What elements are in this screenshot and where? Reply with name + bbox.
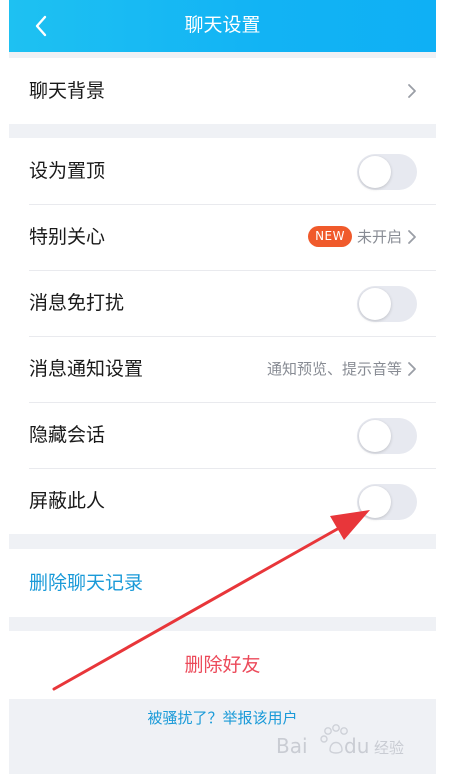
row-block-user: 屏蔽此人 [9, 468, 436, 534]
toggle-knob [359, 288, 391, 320]
section-delete-friend: 删除好友 [9, 631, 436, 699]
special-care-status: 未开启 [356, 228, 402, 246]
back-button[interactable] [27, 12, 55, 40]
row-label: 隐藏会话 [29, 424, 106, 446]
clear-chat-history-button[interactable]: 删除聊天记录 [29, 549, 143, 617]
mute-toggle[interactable] [357, 286, 417, 322]
svg-text:Bai: Bai [276, 734, 308, 758]
row-notification-settings[interactable]: 消息通知设置 通知预览、提示音等 [9, 336, 436, 402]
baidu-watermark: Bai du 经验 [276, 722, 416, 768]
svg-text:经验: 经验 [374, 739, 404, 757]
delete-friend-button[interactable]: 删除好友 [9, 631, 436, 699]
block-toggle[interactable] [357, 484, 417, 520]
row-special-care[interactable]: 特别关心 NEW 未开启 [9, 204, 436, 270]
pin-toggle[interactable] [357, 154, 417, 190]
toggle-knob [359, 486, 391, 518]
row-hide-conversation: 隐藏会话 [9, 402, 436, 468]
chevron-right-icon [408, 84, 416, 98]
header-bar: 聊天设置 [9, 0, 436, 52]
section-background: 聊天背景 [9, 58, 436, 124]
page-title: 聊天设置 [184, 14, 261, 36]
section-chat-options: 设为置顶 特别关心 NEW 未开启 消息免打扰 消息通知设置 通知预览、提示音等… [9, 138, 436, 534]
row-chat-background[interactable]: 聊天背景 [9, 58, 436, 124]
new-badge: NEW [308, 226, 352, 247]
row-label: 设为置顶 [29, 160, 106, 182]
hide-toggle[interactable] [357, 418, 417, 454]
chevron-left-icon [35, 15, 47, 37]
baidu-logo-icon: Bai du 经验 [276, 724, 404, 758]
toggle-knob [359, 156, 391, 188]
row-label: 消息免打扰 [29, 292, 125, 314]
notification-summary: 通知预览、提示音等 [266, 360, 402, 378]
toggle-knob [359, 420, 391, 452]
chevron-right-icon [408, 230, 416, 244]
chevron-right-icon [408, 362, 416, 376]
chat-settings-screen: 聊天设置 聊天背景 设为置顶 特别关心 NEW 未开启 消息免打扰 消息通知设置… [9, 0, 436, 774]
row-do-not-disturb: 消息免打扰 [9, 270, 436, 336]
row-label: 特别关心 [29, 226, 106, 248]
section-clear-history: 删除聊天记录 [9, 549, 436, 617]
row-pin-top: 设为置顶 [9, 138, 436, 204]
row-label: 聊天背景 [29, 80, 106, 102]
row-label: 屏蔽此人 [29, 490, 106, 512]
svg-text:du: du [344, 734, 369, 758]
row-label: 消息通知设置 [29, 358, 144, 380]
